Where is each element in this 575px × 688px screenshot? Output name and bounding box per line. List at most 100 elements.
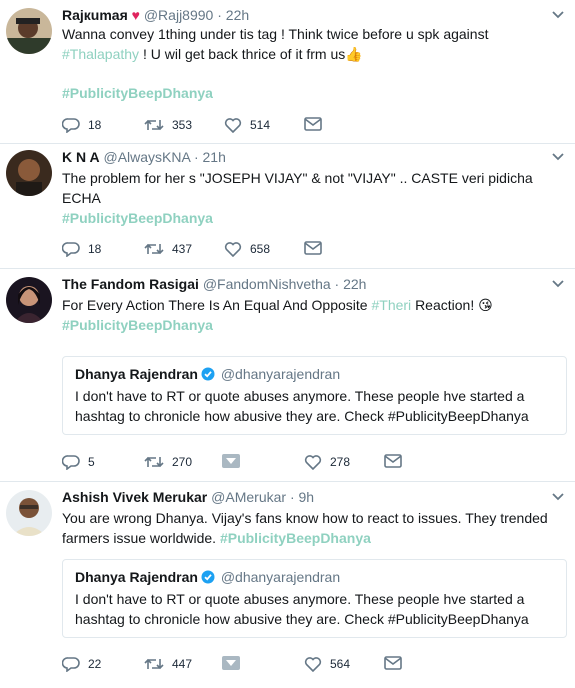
hashtag-link[interactable]: #PublicityBeepDhanya	[220, 530, 371, 546]
thumbs-up-emoji-icon: 👍	[345, 46, 363, 62]
timestamp[interactable]: 9h	[299, 489, 315, 505]
reply-icon	[62, 657, 80, 672]
quoted-handle: @dhanyarajendran	[220, 366, 341, 382]
tweet-text: Wanna convey 1thing under tis tag ! Thin…	[62, 26, 489, 62]
reply-count: 18	[88, 118, 102, 132]
avatar[interactable]	[6, 277, 52, 323]
avatar[interactable]	[6, 490, 52, 536]
avatar[interactable]	[6, 8, 52, 54]
display-name[interactable]: Ashish Vivek Merukar	[62, 489, 207, 505]
media-button[interactable]	[222, 454, 240, 468]
handle[interactable]: @AMerukar	[211, 489, 286, 505]
reply-button[interactable]: 22	[62, 656, 101, 672]
like-icon	[304, 657, 322, 672]
dm-button[interactable]	[304, 117, 322, 131]
tweet-text: The problem for her s "JOSEPH VIJAY" & n…	[62, 170, 533, 206]
retweet-icon	[144, 658, 164, 670]
display-name[interactable]: The Fandom Rasigai	[62, 276, 199, 292]
like-icon	[224, 118, 242, 133]
reply-icon	[62, 242, 80, 257]
handle[interactable]: @Rajj8990	[144, 7, 213, 23]
like-count: 514	[250, 118, 271, 132]
like-count: 278	[330, 455, 351, 469]
reply-count: 22	[88, 657, 102, 671]
quoted-tweet[interactable]: Dhanya Rajendran @dhanyarajendran I don'…	[62, 356, 567, 435]
retweet-icon	[144, 456, 164, 468]
chevron-down-box-icon	[222, 656, 240, 670]
tweet-1[interactable]: Rajкumaя ♥ @Rajj8990 · 22h Wanna convey …	[0, 0, 575, 144]
retweet-icon	[144, 243, 164, 255]
dm-icon	[384, 656, 402, 670]
dm-button[interactable]	[384, 656, 402, 670]
like-button[interactable]: 564	[304, 656, 350, 672]
tweet-4[interactable]: Ashish Vivek Merukar @AMerukar · 9h You …	[0, 482, 575, 688]
reply-button[interactable]: 18	[62, 241, 101, 257]
display-name[interactable]: K N A	[62, 149, 100, 165]
verified-icon	[201, 570, 215, 584]
quoted-tweet-header: Dhanya Rajendran @dhanyarajendran	[75, 568, 554, 586]
tweet-text: You are wrong Dhanya. Vijay's fans know …	[62, 510, 548, 546]
reply-button[interactable]: 5	[62, 454, 95, 470]
heart-emoji-icon: ♥	[131, 7, 140, 23]
display-name[interactable]: Rajкumaя	[62, 7, 128, 23]
verified-icon	[201, 367, 215, 381]
hashtag-link[interactable]: #PublicityBeepDhanya	[62, 208, 561, 228]
like-button[interactable]: 658	[224, 241, 270, 257]
reply-count: 18	[88, 242, 102, 256]
handle[interactable]: @AlwaysKNA	[103, 149, 190, 165]
tweet-2[interactable]: K N A @AlwaysKNA · 21h The problem for h…	[0, 144, 575, 269]
reply-count: 5	[88, 455, 95, 469]
tweet-header: K N A @AlwaysKNA · 21h	[62, 149, 226, 165]
dm-icon	[304, 241, 322, 255]
timestamp[interactable]: 21h	[203, 149, 226, 165]
like-icon	[224, 242, 242, 257]
retweet-count: 437	[172, 242, 193, 256]
reply-button[interactable]: 18	[62, 117, 101, 133]
media-button[interactable]	[222, 656, 240, 670]
hashtag-link[interactable]: #Thalapathy	[62, 46, 139, 62]
like-button[interactable]: 514	[224, 117, 270, 133]
timestamp[interactable]: 22h	[343, 276, 366, 292]
quoted-tweet-text: I don't have to RT or quote abuses anymo…	[75, 388, 529, 424]
caret-icon[interactable]	[551, 8, 565, 22]
hashtag-link[interactable]: #Theri	[371, 297, 411, 313]
reply-icon	[62, 118, 80, 133]
quoted-tweet[interactable]: Dhanya Rajendran @dhanyarajendran I don'…	[62, 559, 567, 638]
retweet-count: 447	[172, 657, 193, 671]
tweet-header: The Fandom Rasigai @FandomNishvetha · 22…	[62, 276, 367, 292]
quoted-tweet-text: I don't have to RT or quote abuses anymo…	[75, 591, 529, 627]
quoted-display-name: Dhanya Rajendran	[75, 366, 198, 382]
handle[interactable]: @FandomNishvetha	[203, 276, 331, 292]
retweet-count: 353	[172, 118, 193, 132]
like-icon	[304, 455, 322, 470]
dm-icon	[384, 454, 402, 468]
hashtag-link[interactable]: #PublicityBeepDhanya	[62, 83, 561, 103]
like-count: 564	[330, 657, 351, 671]
chevron-down-box-icon	[222, 454, 240, 468]
avatar[interactable]	[6, 150, 52, 196]
retweet-button[interactable]: 447	[144, 656, 192, 672]
dm-button[interactable]	[384, 454, 402, 468]
dm-icon	[304, 117, 322, 131]
caret-icon[interactable]	[551, 277, 565, 291]
caret-icon[interactable]	[551, 490, 565, 504]
retweet-button[interactable]: 270	[144, 454, 192, 470]
retweet-button[interactable]: 353	[144, 117, 192, 133]
quoted-tweet-header: Dhanya Rajendran @dhanyarajendran	[75, 365, 554, 383]
retweet-button[interactable]: 437	[144, 241, 192, 257]
retweet-icon	[144, 119, 164, 131]
timestamp[interactable]: 22h	[226, 7, 249, 23]
like-count: 658	[250, 242, 271, 256]
retweet-count: 270	[172, 455, 193, 469]
quoted-display-name: Dhanya Rajendran	[75, 569, 198, 585]
tweet-header: Ashish Vivek Merukar @AMerukar · 9h	[62, 489, 315, 505]
caret-icon[interactable]	[551, 150, 565, 164]
quoted-handle: @dhanyarajendran	[220, 569, 341, 585]
like-button[interactable]: 278	[304, 454, 350, 470]
tweet-text: For Every Action There Is An Equal And O…	[62, 297, 493, 313]
hashtag-link[interactable]: #PublicityBeepDhanya	[62, 315, 561, 335]
reply-icon	[62, 455, 80, 470]
tweet-3[interactable]: The Fandom Rasigai @FandomNishvetha · 22…	[0, 269, 575, 482]
dm-button[interactable]	[304, 241, 322, 255]
tweet-header: Rajкumaя ♥ @Rajj8990 · 22h	[62, 7, 250, 23]
